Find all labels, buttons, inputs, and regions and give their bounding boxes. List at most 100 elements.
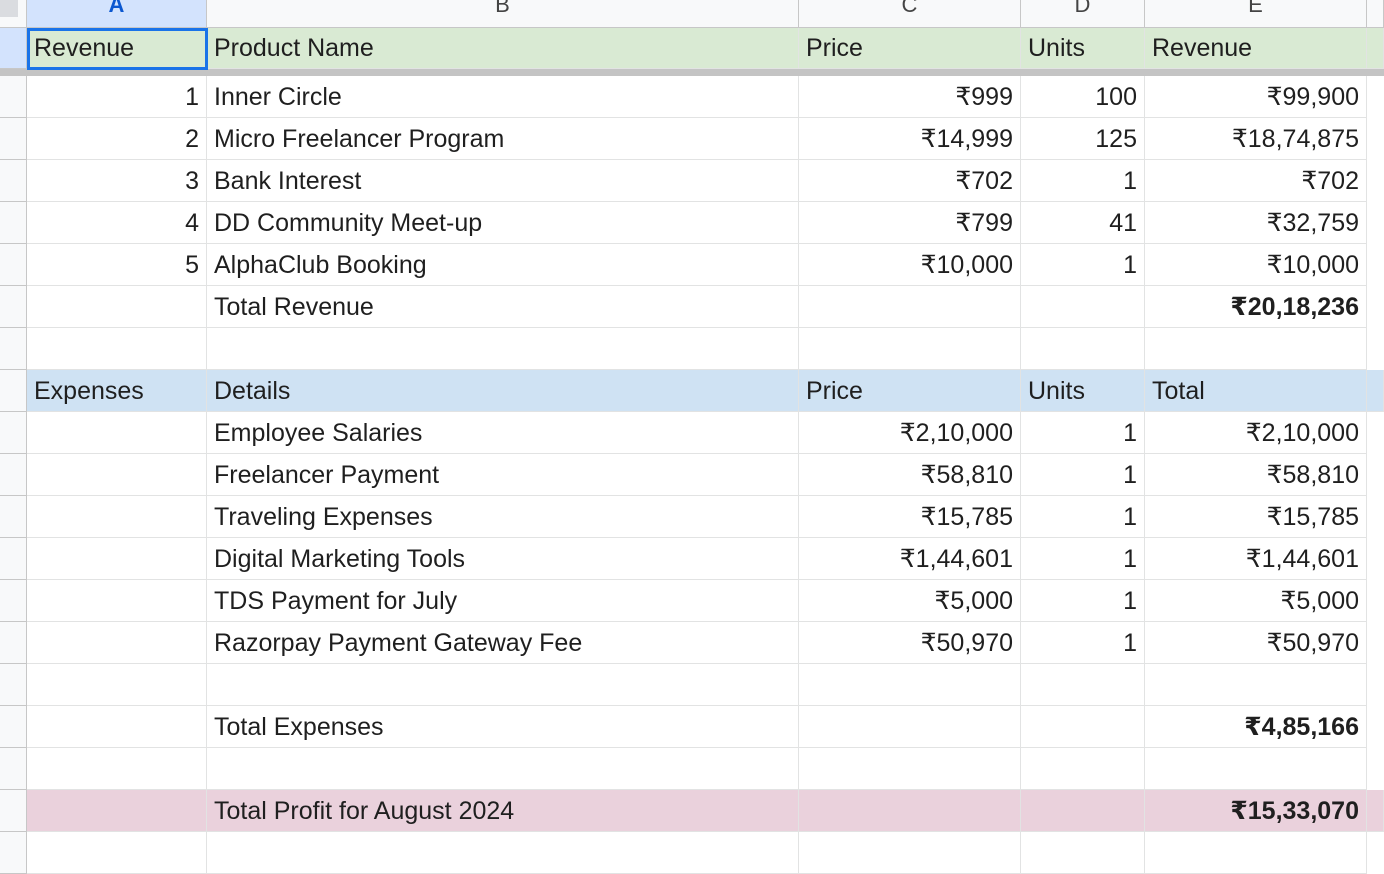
cell-e[interactable] [1145,832,1367,874]
cell-a[interactable] [27,706,207,748]
row-header[interactable] [0,832,27,874]
cell-a[interactable] [27,454,207,496]
total-revenue-label[interactable]: Total Revenue [207,286,799,328]
cell-c[interactable] [799,748,1021,790]
price[interactable]: ₹5,000 [799,580,1021,622]
product-name[interactable]: Bank Interest [207,160,799,202]
expense-detail[interactable]: Freelancer Payment [207,454,799,496]
column-header-b[interactable]: B [207,0,799,28]
cell-a[interactable] [27,622,207,664]
price[interactable]: ₹50,970 [799,622,1021,664]
cell-d[interactable] [1021,706,1145,748]
cell-a[interactable] [27,748,207,790]
units[interactable]: 125 [1021,118,1145,160]
units[interactable]: 1 [1021,412,1145,454]
price[interactable]: ₹799 [799,202,1021,244]
price[interactable]: ₹1,44,601 [799,538,1021,580]
revenue-header-e[interactable]: Revenue [1145,28,1367,69]
units[interactable]: 41 [1021,202,1145,244]
row-header[interactable] [0,76,27,118]
revenue[interactable]: ₹32,759 [1145,202,1367,244]
revenue-header-a[interactable]: Revenue [27,28,207,69]
product-name[interactable]: Micro Freelancer Program [207,118,799,160]
column-header-d[interactable]: D [1021,0,1145,28]
price[interactable]: ₹702 [799,160,1021,202]
row-header[interactable] [0,160,27,202]
cell-c[interactable] [799,790,1021,832]
units[interactable]: 1 [1021,496,1145,538]
row-header[interactable] [0,748,27,790]
price[interactable]: ₹2,10,000 [799,412,1021,454]
cell-c[interactable] [799,286,1021,328]
cell-c[interactable] [799,832,1021,874]
total-expenses-value[interactable]: ₹4,85,166 [1145,706,1367,748]
row-header[interactable] [0,706,27,748]
total-expenses-label[interactable]: Total Expenses [207,706,799,748]
expense-detail[interactable]: Razorpay Payment Gateway Fee [207,622,799,664]
units[interactable]: 100 [1021,76,1145,118]
row-header[interactable] [0,538,27,580]
price[interactable]: ₹15,785 [799,496,1021,538]
cell-a[interactable] [27,328,207,370]
revenue-header-b[interactable]: Product Name [207,28,799,69]
cell-b[interactable] [207,832,799,874]
row-number[interactable]: 1 [27,76,207,118]
expense-detail[interactable]: Digital Marketing Tools [207,538,799,580]
row-header[interactable] [0,202,27,244]
cell-d[interactable] [1021,286,1145,328]
product-name[interactable]: DD Community Meet-up [207,202,799,244]
row-number[interactable]: 2 [27,118,207,160]
row-number[interactable]: 5 [27,244,207,286]
expense-detail[interactable]: Employee Salaries [207,412,799,454]
cell-b[interactable] [207,748,799,790]
total-profit-value[interactable]: ₹15,33,070 [1145,790,1367,832]
price[interactable]: ₹58,810 [799,454,1021,496]
row-header[interactable] [0,244,27,286]
total[interactable]: ₹50,970 [1145,622,1367,664]
units[interactable]: 1 [1021,244,1145,286]
expenses-header-c[interactable]: Price [799,370,1021,412]
cell-b[interactable] [207,328,799,370]
revenue[interactable]: ₹10,000 [1145,244,1367,286]
total-profit-label[interactable]: Total Profit for August 2024 [207,790,799,832]
cell-d[interactable] [1021,328,1145,370]
cell-e[interactable] [1145,748,1367,790]
column-header-f[interactable] [1367,0,1384,28]
expenses-header-b[interactable]: Details [207,370,799,412]
expense-detail[interactable]: TDS Payment for July [207,580,799,622]
revenue[interactable]: ₹702 [1145,160,1367,202]
row-number[interactable]: 3 [27,160,207,202]
row-header[interactable] [0,286,27,328]
row-header[interactable] [0,412,27,454]
total-revenue-value[interactable]: ₹20,18,236 [1145,286,1367,328]
total[interactable]: ₹15,785 [1145,496,1367,538]
units[interactable]: 1 [1021,454,1145,496]
product-name[interactable]: AlphaClub Booking [207,244,799,286]
cell-e[interactable] [1145,328,1367,370]
cell-a[interactable] [27,580,207,622]
revenue-header-d[interactable]: Units [1021,28,1145,69]
frozen-row-divider[interactable] [0,69,1384,76]
units[interactable]: 1 [1021,580,1145,622]
cell-a[interactable] [27,790,207,832]
cell-a[interactable] [27,832,207,874]
column-header-c[interactable]: C [799,0,1021,28]
cell-a[interactable] [27,286,207,328]
cell-d[interactable] [1021,832,1145,874]
cell-a[interactable] [27,538,207,580]
cell-e[interactable] [1145,664,1367,706]
spreadsheet-grid[interactable]: A B C D E Revenue Product Name Price Units Revenu… [0,0,1384,874]
row-header[interactable] [0,622,27,664]
cell-f[interactable] [1367,28,1384,69]
row-header[interactable] [0,118,27,160]
cell-b[interactable] [207,664,799,706]
cell-d[interactable] [1021,664,1145,706]
row-header[interactable] [0,28,27,69]
cell-c[interactable] [799,706,1021,748]
units[interactable]: 1 [1021,160,1145,202]
price[interactable]: ₹14,999 [799,118,1021,160]
price[interactable]: ₹999 [799,76,1021,118]
expense-detail[interactable]: Traveling Expenses [207,496,799,538]
cell-d[interactable] [1021,790,1145,832]
row-header[interactable] [0,454,27,496]
